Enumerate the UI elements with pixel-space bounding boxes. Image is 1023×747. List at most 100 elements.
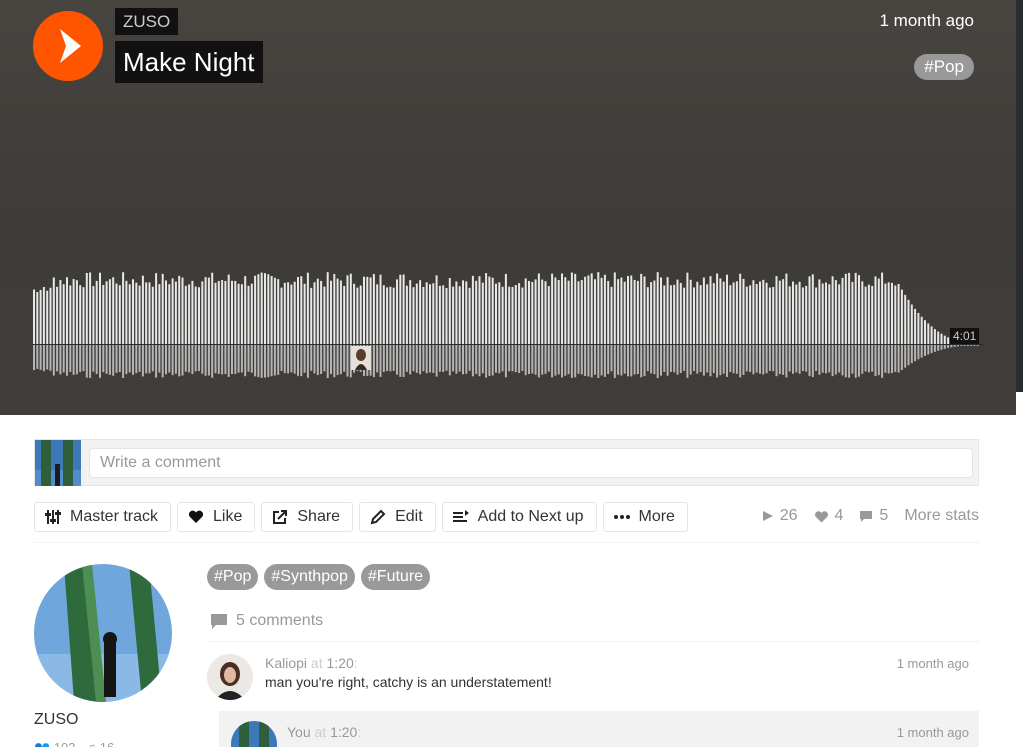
waveform-reflection-bar	[382, 345, 385, 373]
waveform-bar	[125, 280, 128, 344]
waveform-bar	[792, 281, 794, 344]
waveform-bar	[409, 280, 412, 344]
waveform-bar	[316, 278, 319, 344]
reply-avatar[interactable]	[231, 721, 277, 747]
comment-username[interactable]: Kaliopi	[265, 655, 307, 671]
waveform-bar	[353, 283, 356, 344]
add-to-next-up-button[interactable]: Add to Next up	[441, 502, 597, 532]
edit-label: Edit	[395, 508, 423, 525]
artist-panel-name[interactable]: ZUSO	[34, 711, 78, 729]
edit-button[interactable]: Edit	[359, 502, 436, 532]
waveform-bar	[554, 277, 557, 344]
waveform-bar	[844, 273, 847, 344]
waveform-bar	[537, 273, 540, 344]
waveform-bar	[663, 285, 666, 344]
waveform-reflection-bar	[33, 345, 35, 371]
waveform-reflection-bar	[257, 345, 260, 378]
waveform-bar	[49, 287, 52, 344]
waveform-reflection-bar	[478, 345, 481, 377]
waveform-bar	[349, 273, 352, 344]
track-hero: ZUSO Make Night 1 month ago #Pop 4:01	[0, 0, 1016, 415]
waveform-bar	[42, 286, 45, 344]
waveform-bar	[702, 277, 705, 344]
more-stats-link[interactable]: More stats	[904, 507, 979, 525]
waveform-bar	[452, 286, 455, 344]
waveform-reflection-bar	[676, 345, 679, 375]
master-track-button[interactable]: Master track	[34, 502, 172, 532]
waveform-bar	[686, 272, 689, 344]
tag-future[interactable]: #Future	[360, 564, 431, 590]
heart-icon	[187, 508, 205, 526]
waveform-reflection-bar	[518, 345, 521, 373]
waveform-reflection-bar	[287, 345, 290, 374]
waveform-reflection-bar	[52, 345, 55, 376]
waveform-reflection-bar	[528, 345, 530, 374]
reply-colon: :	[357, 724, 362, 740]
reply-username[interactable]: You	[287, 724, 311, 740]
likes-stat[interactable]: 4	[814, 507, 843, 525]
waveform[interactable]	[33, 262, 983, 380]
waveform-reflection-bar	[891, 345, 893, 374]
waveform-bar	[752, 280, 755, 344]
waveform-bar	[745, 286, 748, 344]
waveform-reflection-bar	[768, 345, 771, 371]
waveform-reflection-bar	[392, 345, 395, 371]
waveform-bar	[867, 284, 870, 344]
waveform-reflection-bar	[584, 345, 587, 376]
waveform-reflection-bar	[422, 345, 425, 372]
waveform-bar	[122, 272, 125, 344]
waveform-reflection-bar	[973, 345, 976, 346]
waveform-bar	[376, 284, 379, 344]
waveform-bar	[805, 285, 808, 344]
waveform-reflection-bar	[801, 345, 804, 371]
comment-avatar[interactable]	[207, 654, 253, 700]
waveform-bar	[851, 281, 854, 344]
waveform-reflection-bar	[244, 345, 247, 377]
waveform-reflection-bar	[861, 345, 864, 374]
waveform-comment-avatar[interactable]	[351, 346, 371, 370]
comment-input[interactable]	[89, 448, 973, 478]
tag-pop[interactable]: #Pop	[207, 564, 259, 590]
reply-date: 1 month ago	[896, 725, 969, 740]
waveform-bar	[947, 337, 950, 344]
artist-avatar[interactable]	[34, 564, 172, 702]
waveform-reflection-bar	[115, 345, 118, 373]
waveform-reflection-bar	[141, 345, 144, 377]
waveform-reflection-bar	[976, 345, 979, 346]
comments-stat[interactable]: 5	[859, 507, 888, 525]
waveform-reflection-bar	[174, 345, 177, 374]
waveform-reflection-bar	[475, 345, 478, 375]
waveform-reflection-bar	[702, 345, 705, 376]
waveform-reflection-bar	[693, 345, 695, 372]
comment-timestamp[interactable]: 1:20	[327, 655, 354, 671]
waveform-reflection-bar	[577, 345, 580, 374]
waveform-reflection-bar	[732, 345, 735, 374]
play-button[interactable]	[33, 11, 103, 81]
tag-synthpop[interactable]: #Synthpop	[264, 564, 355, 590]
waveform-reflection-bar	[719, 345, 722, 376]
waveform-bar	[95, 280, 98, 344]
waveform-bar	[772, 287, 775, 344]
waveform-reflection-bar	[772, 345, 775, 372]
waveform-reflection-bar	[927, 345, 930, 355]
share-button[interactable]: Share	[261, 502, 354, 532]
like-button[interactable]: Like	[177, 502, 256, 532]
waveform-reflection-bar	[864, 345, 867, 372]
waveform-bar	[815, 287, 818, 344]
waveform-reflection-bar	[273, 345, 276, 376]
waveform-bar	[69, 285, 72, 344]
waveform-bars[interactable]	[33, 262, 983, 380]
waveform-reflection-bar	[168, 345, 171, 373]
reply-timestamp[interactable]: 1:20	[330, 724, 357, 740]
more-button[interactable]: More	[602, 502, 688, 532]
waveform-reflection-bar	[85, 345, 88, 378]
waveform-reflection-bar	[501, 345, 504, 372]
waveform-reflection-bar	[900, 345, 903, 371]
waveform-reflection-bar	[554, 345, 557, 376]
artist-name-link[interactable]: ZUSO	[115, 8, 179, 35]
waveform-reflection-bar	[491, 345, 494, 376]
waveform-reflection-bar	[435, 345, 438, 377]
genre-tag[interactable]: #Pop	[914, 54, 974, 80]
waveform-bar	[244, 276, 247, 344]
waveform-reflection-bar	[660, 345, 662, 376]
